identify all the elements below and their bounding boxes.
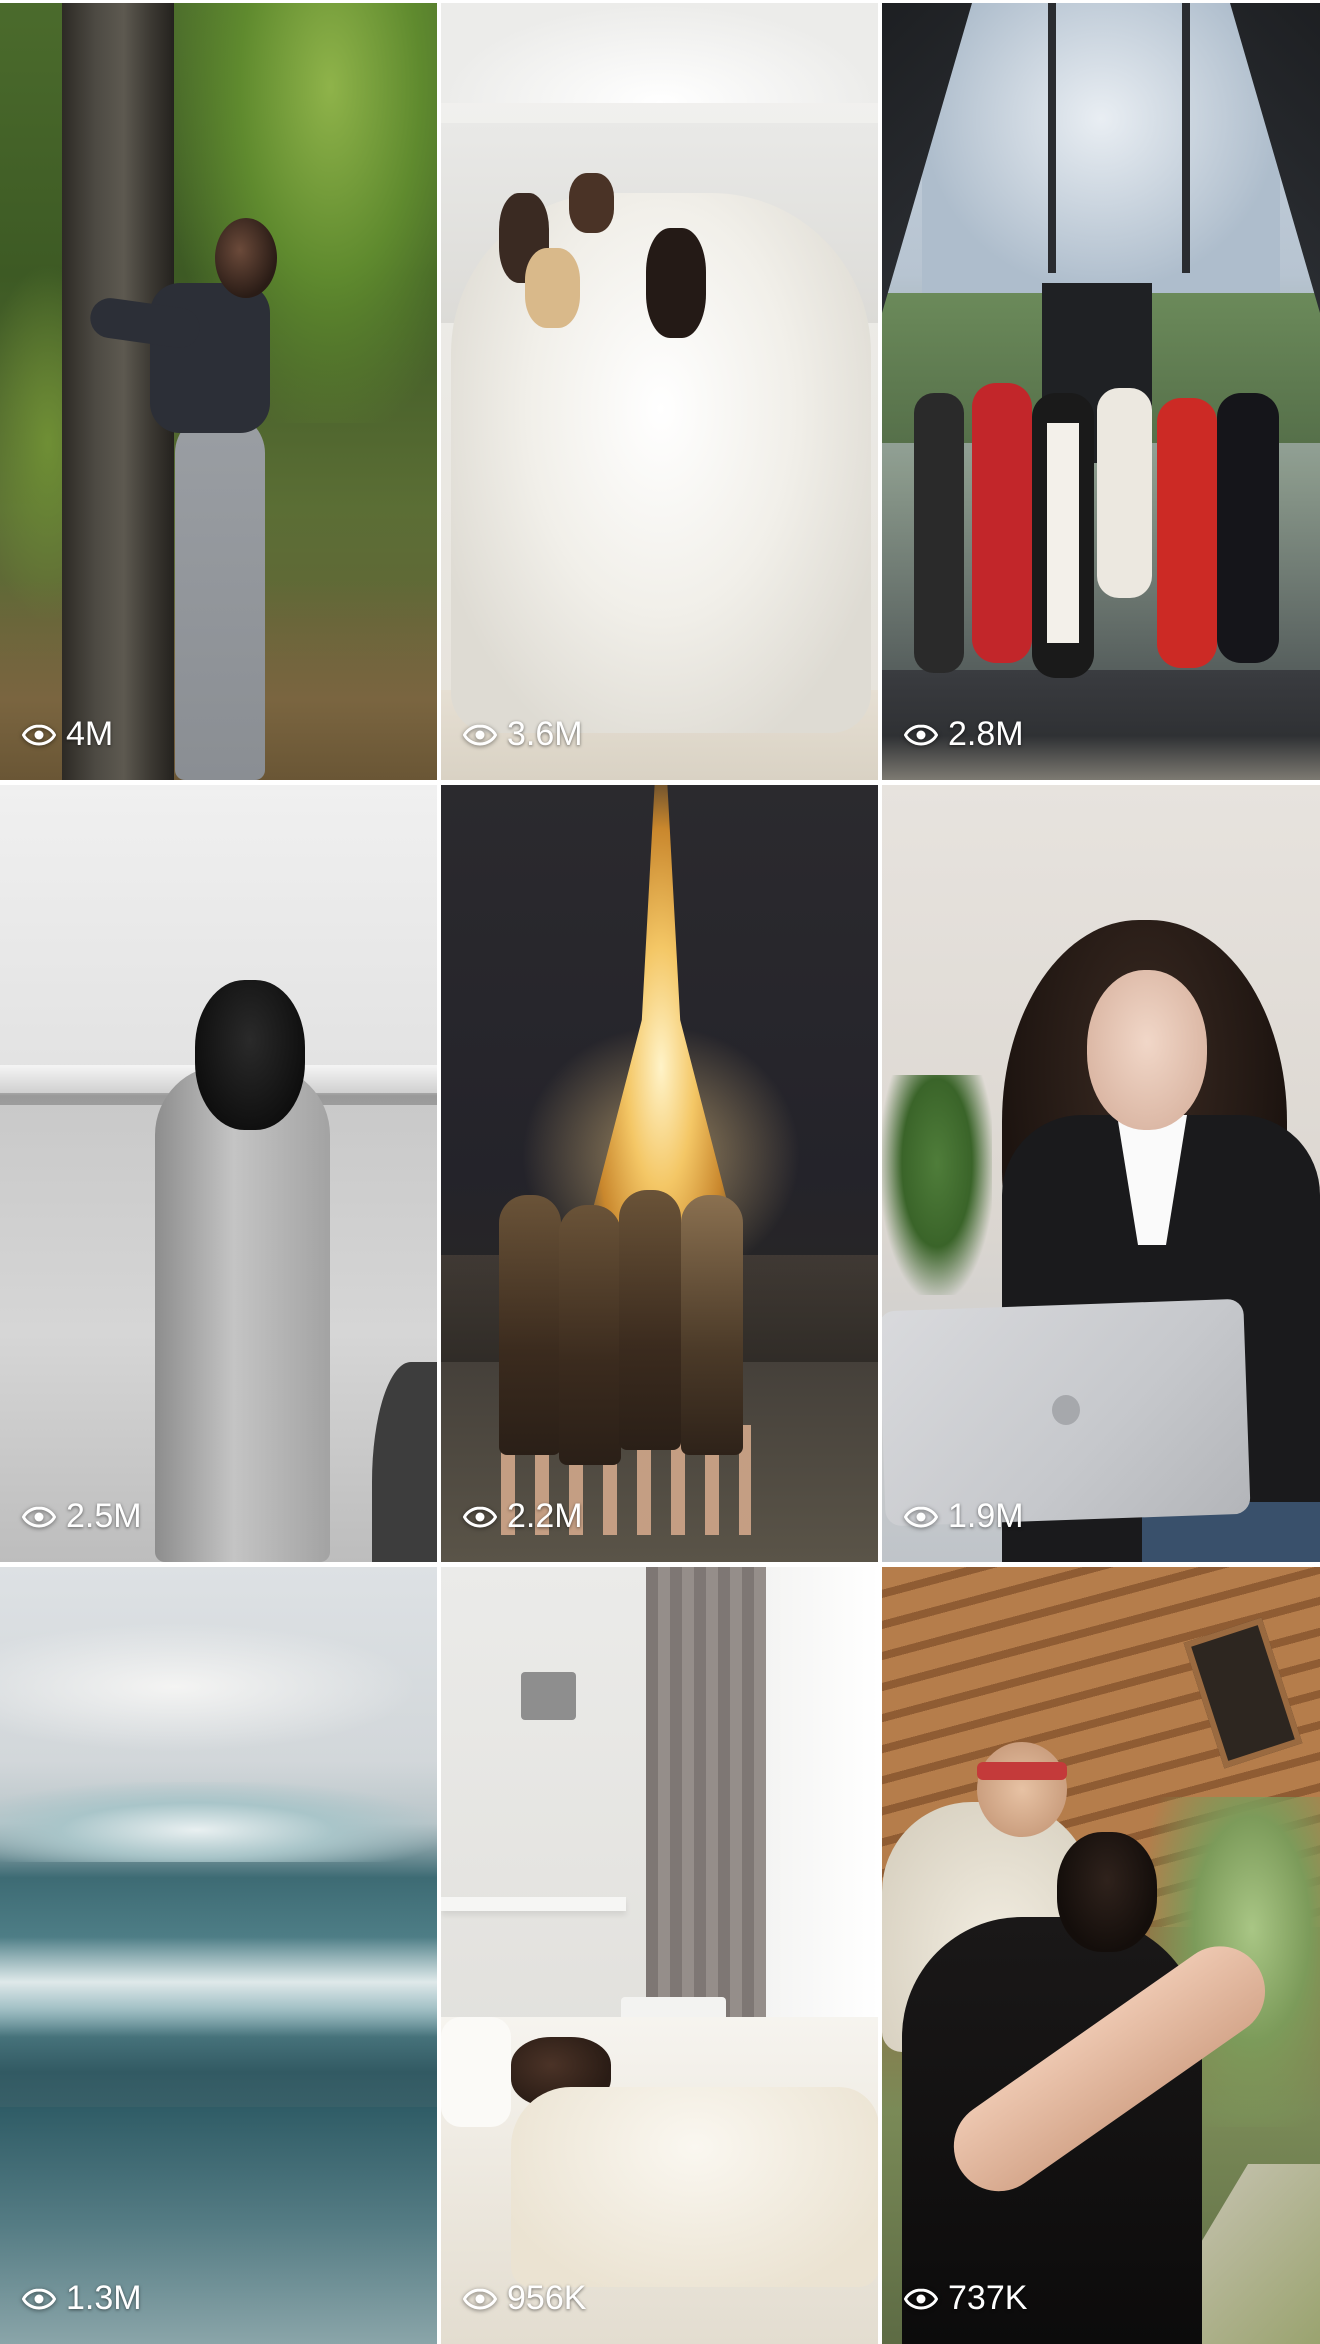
view-count: 2.2M [463, 1497, 583, 1536]
eye-icon [904, 2287, 938, 2310]
video-thumbnail [441, 785, 878, 1562]
video-grid: 4M 3.6M 2.8M 2.5M 2.2M 1.9M 1.3M 956K 73… [0, 0, 1320, 2344]
video-tile[interactable]: 4M [0, 3, 437, 780]
video-tile[interactable]: 956K [441, 1567, 878, 2344]
video-thumbnail [882, 785, 1320, 1562]
view-count-label: 737K [948, 2279, 1028, 2317]
video-thumbnail [882, 1567, 1320, 2344]
eye-icon [463, 723, 497, 746]
eye-icon [904, 723, 938, 746]
video-tile[interactable]: 2.2M [441, 785, 878, 1562]
eye-icon [22, 723, 56, 746]
eye-icon [463, 2287, 497, 2310]
view-count-label: 2.8M [948, 715, 1024, 753]
video-thumbnail [0, 3, 437, 780]
video-thumbnail [441, 3, 878, 780]
view-count-label: 2.5M [66, 1497, 142, 1535]
view-count: 1.3M [22, 2279, 142, 2318]
video-tile[interactable]: 2.5M [0, 785, 437, 1562]
view-count: 3.6M [463, 715, 583, 754]
view-count-label: 956K [507, 2279, 587, 2317]
eye-icon [463, 1505, 497, 1528]
video-tile[interactable]: 3.6M [441, 3, 878, 780]
eye-icon [904, 1505, 938, 1528]
eye-icon [22, 1505, 56, 1528]
view-count-label: 4M [66, 715, 114, 753]
video-thumbnail [0, 785, 437, 1562]
view-count: 1.9M [904, 1497, 1024, 1536]
view-count: 956K [463, 2279, 586, 2318]
eye-icon [22, 2287, 56, 2310]
view-count-label: 3.6M [507, 715, 583, 753]
view-count-label: 2.2M [507, 1497, 583, 1535]
video-thumbnail [441, 1567, 878, 2344]
video-tile[interactable]: 2.8M [882, 3, 1320, 780]
view-count: 4M [22, 715, 113, 754]
view-count: 2.8M [904, 715, 1024, 754]
view-count-label: 1.9M [948, 1497, 1024, 1535]
view-count: 737K [904, 2279, 1027, 2318]
view-count-label: 1.3M [66, 2279, 142, 2317]
video-tile[interactable]: 1.3M [0, 1567, 437, 2344]
view-count: 2.5M [22, 1497, 142, 1536]
video-thumbnail [882, 3, 1320, 780]
video-tile[interactable]: 737K [882, 1567, 1320, 2344]
video-thumbnail [0, 1567, 437, 2344]
video-tile[interactable]: 1.9M [882, 785, 1320, 1562]
